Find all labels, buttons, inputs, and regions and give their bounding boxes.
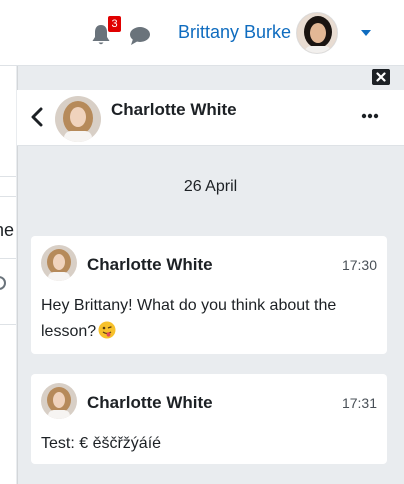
page-content-background: [0, 66, 16, 484]
chevron-left-icon[interactable]: [30, 107, 44, 127]
message-item: Charlotte White 17:30 Hey Brittany! What…: [31, 236, 387, 354]
divider: [0, 196, 16, 197]
user-avatar[interactable]: [296, 12, 338, 54]
divider: [0, 176, 16, 177]
message-text: Hey Brittany! What do you think about th…: [41, 293, 377, 345]
sender-name: Charlotte White: [87, 393, 213, 412]
message-item: Charlotte White 17:31 Test: € ěščřžýáíé: [31, 374, 387, 464]
message-time: 17:30: [341, 257, 377, 273]
sender-name: Charlotte White: [87, 255, 213, 274]
divider: [0, 324, 16, 325]
message-text: Test: € ěščřžýáíé: [41, 435, 162, 452]
close-icon[interactable]: [372, 69, 390, 85]
contact-name[interactable]: Charlotte White: [111, 100, 237, 120]
notification-count-badge: 3: [108, 16, 121, 32]
chevron-down-icon[interactable]: [361, 30, 371, 36]
divider: [0, 258, 16, 259]
sender-avatar: [41, 383, 77, 419]
more-options-icon[interactable]: [361, 112, 379, 120]
contact-avatar[interactable]: [55, 96, 101, 142]
user-menu-name[interactable]: Brittany Burke: [178, 22, 291, 43]
message-time: 17:31: [341, 395, 377, 411]
page-text-fragment: ne: [0, 220, 15, 240]
messages-icon[interactable]: [129, 26, 151, 46]
date-separator: 26 April: [183, 178, 238, 195]
sender-avatar: [41, 245, 77, 281]
message-body: Hey Brittany! What do you think about th…: [41, 297, 337, 340]
wink-tongue-emoji-icon: [98, 321, 116, 339]
